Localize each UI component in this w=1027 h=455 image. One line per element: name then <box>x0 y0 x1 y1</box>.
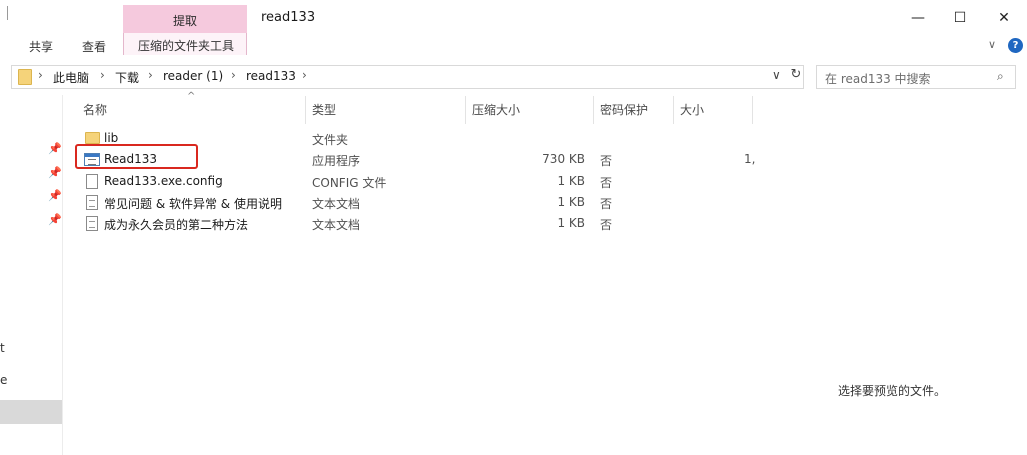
pin-icon[interactable]: 📌 <box>48 213 62 226</box>
column-header-compressed-size[interactable]: 压缩大小 <box>472 101 520 118</box>
compressed-folder-tools-label: 压缩的文件夹工具 <box>137 39 234 53</box>
nav-item-label[interactable]: e <box>0 373 7 387</box>
breadcrumb-separator[interactable]: › <box>100 68 105 82</box>
file-name: lib <box>104 131 119 145</box>
column-divider[interactable] <box>752 96 753 124</box>
folder-icon <box>18 69 32 85</box>
file-row-membership[interactable]: 成为永久会员的第二种方法 文本文档 1 KB 否 <box>76 213 776 234</box>
breadcrumb-separator[interactable]: › <box>148 68 153 82</box>
file-compressed-size: 1 KB <box>557 174 585 188</box>
search-icon[interactable]: ⌕ <box>997 69 1004 84</box>
breadcrumb-reader[interactable]: reader (1) <box>163 69 223 83</box>
breadcrumb-separator[interactable]: › <box>231 68 236 82</box>
file-compressed-size: 1 KB <box>557 195 585 209</box>
file-compressed-size: 1 KB <box>557 216 585 230</box>
title-bar: 提取 压缩的文件夹工具 read133 共享 查看 — ☐ ✕ ∨ ? <box>0 0 1027 58</box>
nav-item-label[interactable]: t <box>0 341 5 355</box>
column-divider[interactable] <box>593 96 594 124</box>
column-header-name[interactable]: 名称 <box>83 101 107 118</box>
text-document-icon <box>86 195 98 210</box>
highlight-annotation-box <box>75 144 198 169</box>
column-divider[interactable] <box>465 96 466 124</box>
file-size: 1, <box>744 152 756 166</box>
nav-item-selected[interactable] <box>0 400 62 424</box>
column-divider[interactable] <box>305 96 306 124</box>
window-title: read133 <box>261 10 316 25</box>
pin-icon[interactable]: 📌 <box>48 166 62 179</box>
compressed-folder-tools-tab[interactable]: 压缩的文件夹工具 <box>123 33 247 55</box>
address-bar[interactable]: › 此电脑 › 下载 › reader (1) › read133 › ∨ ↻ <box>11 65 804 89</box>
breadcrumb-downloads[interactable]: 下载 <box>115 69 139 86</box>
chevron-down-icon[interactable]: ∨ <box>772 68 781 82</box>
text-document-icon <box>86 216 98 231</box>
file-password-protected: 否 <box>600 218 613 232</box>
close-button[interactable]: ✕ <box>981 4 1027 32</box>
pin-icon[interactable]: 📌 <box>48 142 62 155</box>
column-header-size[interactable]: 大小 <box>680 101 704 118</box>
refresh-icon[interactable]: ↻ <box>788 67 804 87</box>
extract-tab-label: 提取 <box>172 14 197 28</box>
file-password-protected: 否 <box>600 176 613 190</box>
tab-share[interactable]: 共享 <box>29 38 53 55</box>
file-type: 文本文档 <box>312 218 361 232</box>
tab-view[interactable]: 查看 <box>82 38 106 55</box>
file-name: 成为永久会员的第二种方法 <box>104 218 249 232</box>
file-name: 常见问题 & 软件异常 & 使用说明 <box>104 197 282 211</box>
config-file-icon <box>86 174 98 189</box>
extract-context-tab[interactable]: 提取 <box>123 5 247 33</box>
file-password-protected: 否 <box>600 154 613 168</box>
minimize-icon: — <box>911 10 925 26</box>
file-type: 文件夹 <box>312 133 349 147</box>
file-type: 文本文档 <box>312 197 361 211</box>
ribbon-expand-icon[interactable]: ∨ <box>988 38 996 51</box>
preview-pane-message: 选择要预览的文件。 <box>838 384 947 398</box>
maximize-button[interactable]: ☐ <box>937 4 983 32</box>
help-button[interactable]: ? <box>1008 38 1023 53</box>
file-type: CONFIG 文件 <box>312 176 387 190</box>
sort-ascending-icon: ^ <box>187 91 196 102</box>
help-icon: ? <box>1012 40 1019 51</box>
file-name: Read133.exe.config <box>104 174 223 188</box>
file-password-protected: 否 <box>600 197 613 211</box>
pin-icon[interactable]: 📌 <box>48 189 62 202</box>
file-compressed-size: 730 KB <box>542 152 585 166</box>
breadcrumb-this-pc[interactable]: 此电脑 <box>53 69 89 86</box>
search-input[interactable]: 在 read133 中搜索 ⌕ <box>816 65 1016 89</box>
file-row-read133-config[interactable]: Read133.exe.config CONFIG 文件 1 KB 否 <box>76 171 776 192</box>
close-icon: ✕ <box>998 10 1010 26</box>
navigation-pane[interactable]: 📌 📌 📌 📌 t e <box>0 95 63 455</box>
file-row-faq[interactable]: 常见问题 & 软件异常 & 使用说明 文本文档 1 KB 否 <box>76 192 776 213</box>
column-header-type[interactable]: 类型 <box>312 101 336 118</box>
file-type: 应用程序 <box>312 154 361 168</box>
column-header-password-protected[interactable]: 密码保护 <box>600 101 648 118</box>
breadcrumb-separator[interactable]: › <box>302 68 307 82</box>
breadcrumb-separator[interactable]: › <box>38 68 43 82</box>
folder-icon <box>85 132 100 144</box>
breadcrumb-read133[interactable]: read133 <box>246 69 296 83</box>
maximize-icon: ☐ <box>953 10 967 26</box>
quick-access-divider <box>7 6 8 20</box>
minimize-button[interactable]: — <box>895 4 941 32</box>
search-placeholder: 在 read133 中搜索 <box>825 72 931 86</box>
column-divider[interactable] <box>673 96 674 124</box>
